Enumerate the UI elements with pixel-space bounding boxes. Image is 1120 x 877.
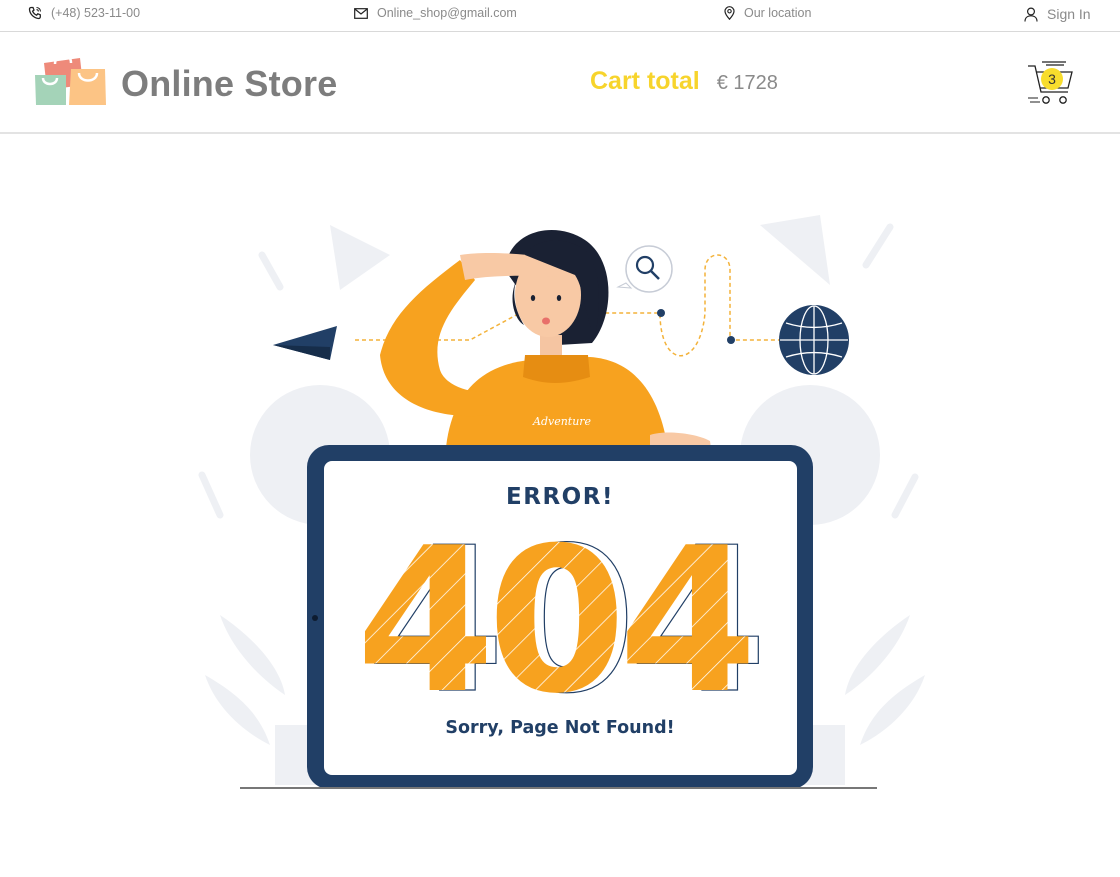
cart-total-label: Cart total — [590, 67, 700, 95]
logo-text: Online Store — [121, 62, 338, 104]
phone-number: (+48) 523-11-00 — [51, 6, 141, 20]
cart-count-badge: 3 — [1041, 68, 1063, 90]
location-label: Our location — [744, 6, 812, 20]
sign-in-label: Sign In — [1047, 6, 1091, 22]
shopping-bags-logo-icon — [33, 53, 107, 112]
top-bar: (+48) 523-11-00 Online_shop@gmail.com Ou… — [0, 0, 1120, 32]
phone-icon — [28, 6, 42, 20]
mail-icon — [354, 7, 368, 19]
phone-link[interactable]: (+48) 523-11-00 — [28, 6, 140, 20]
cart-button[interactable]: 3 — [1026, 60, 1076, 106]
error-code: 404 — [356, 505, 749, 738]
cart-total-value: € 1728 — [716, 72, 778, 94]
email-link[interactable]: Online_shop@gmail.com — [354, 6, 517, 20]
map-pin-icon — [724, 6, 735, 20]
error-message: Sorry, Page Not Found! — [445, 718, 675, 738]
shirt-text: Adventure — [532, 415, 592, 428]
error-title: ERROR! — [506, 484, 614, 510]
cart-total: Cart total € 1728 — [590, 67, 778, 96]
site-header: Online Store Cart total € 1728 3 — [0, 32, 1120, 134]
sign-in-link[interactable]: Sign In — [1024, 6, 1091, 22]
logo[interactable]: Online Store — [33, 53, 338, 112]
email-address: Online_shop@gmail.com — [377, 6, 517, 20]
location-link[interactable]: Our location — [724, 6, 811, 20]
user-icon — [1024, 6, 1038, 22]
